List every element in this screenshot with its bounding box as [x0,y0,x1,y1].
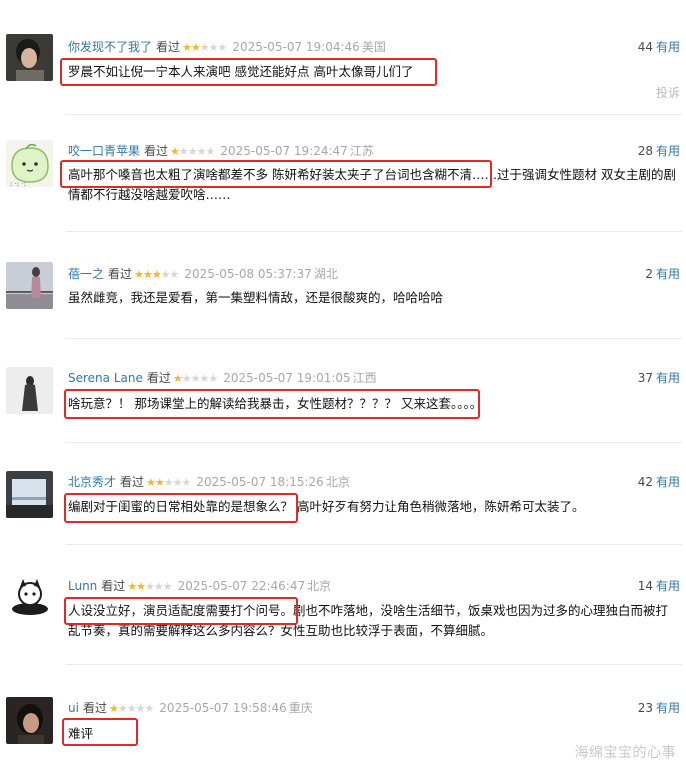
divider [66,338,682,339]
useful-button[interactable]: 有用 [656,371,680,385]
vote-count: 42 有用 [638,473,680,491]
comment-time: 2025-05-07 19:24:47 [220,144,348,158]
comment-location: 江西 [352,371,377,385]
avatar[interactable] [6,575,53,622]
highlight-box [60,160,492,188]
comment-location: 北京 [307,579,332,593]
comment-time: 2025-05-07 19:01:05 [223,371,351,385]
watch-status: 看过 [82,701,107,715]
useful-button[interactable]: 有用 [656,40,680,54]
highlight-box [64,493,298,523]
vote-number: 14 [637,579,653,593]
comment-time: 2025-05-07 18:15:26 [196,475,324,489]
rating-stars: ★★★★★ [182,41,227,54]
comment-item: 你发现不了我了 看过 ★★★★★ 2025-05-07 19:04:46 美国 44 有用… [0,34,686,106]
comment-location: 北京 [325,475,350,489]
comment-item: : ·: ·: 咬一口青苹果 看过 ★★★★★ 2025-05-07 19:24:47… [0,140,686,220]
watermark-text: 海绵宝宝的心事 [574,745,676,761]
avatar[interactable] [6,697,53,744]
highlight-box [62,718,138,746]
vote-count: 2 有用 [645,265,680,283]
comment-item: 北京秀才 看过 ★★★★★ 2025-05-07 18:15:26 北京 42 有用 编剧… [0,471,686,531]
comment-meta: Serena Lane 看过 ★★★★★ 2025-05-07 19:01:05 江西 [68,369,377,387]
username-link[interactable]: 你发现不了我了 [68,40,152,54]
comment-text: 难评 [68,726,94,741]
avatar[interactable] [6,367,53,414]
comment-item: Serena Lane 看过 ★★★★★ 2025-05-07 19:01:05 江西 … [0,367,686,427]
comment-time: 2025-05-07 22:46:47 [177,579,306,593]
watch-status: 看过 [120,475,145,489]
comment-meta: 蓓一之 看过 ★★★★★ 2025-05-08 05:37:37 湖北 [68,265,338,283]
comment-item: 蓓一之 看过 ★★★★★ 2025-05-08 05:37:37 湖北 2 有用 虽然雌竞… [0,262,686,322]
rating-stars: ★★★★★ [146,476,191,489]
comment-meta: ui 看过 ★★★★★ 2025-05-07 19:58:46 重庆 [68,699,313,717]
report-button[interactable]: 投诉 [656,84,680,101]
watch-status: 看过 [144,144,169,158]
watch-status: 看过 [101,579,126,593]
comment-location: 江苏 [349,144,374,158]
avatar[interactable] [6,34,53,81]
vote-number: 2 [645,267,653,281]
avatar[interactable]: : ·: ·: [6,140,53,187]
divider [66,231,682,232]
comment-location: 重庆 [288,701,313,715]
svg-text:: ·: ·:: : ·: ·: [10,180,26,187]
username-link[interactable]: 北京秀才 [68,475,116,489]
vote-count: 37 有用 [638,369,680,387]
vote-number: 42 [637,475,653,489]
comment-meta: 你发现不了我了 看过 ★★★★★ 2025-05-07 19:04:46 美国 [68,38,386,56]
vote-number: 23 [637,701,653,715]
username-link[interactable]: Lunn [68,579,97,593]
divider [66,114,682,115]
watch-status: 看过 [146,371,171,385]
useful-button[interactable]: 有用 [656,579,680,593]
comment-time: 2025-05-07 19:04:46 [232,40,360,54]
highlight-box [64,389,480,419]
highlight-box [60,58,437,86]
comment-text: 虽然雌竞，我还是爱看，第一集塑料情敌，还是很酸爽的，哈哈哈哈 [68,290,444,305]
rating-stars: ★★★★★ [170,145,215,158]
vote-count: 23 有用 [638,699,680,717]
useful-button[interactable]: 有用 [656,144,680,158]
comment-meta: Lunn 看过 ★★★★★ 2025-05-07 22:46:47 北京 [68,577,331,595]
avatar[interactable] [6,471,53,518]
vote-count: 28 有用 [638,142,680,160]
useful-button[interactable]: 有用 [656,475,680,489]
comment-meta: 咬一口青苹果 看过 ★★★★★ 2025-05-07 19:24:47 江苏 [68,142,374,160]
comment-time: 2025-05-07 19:58:46 [159,701,287,715]
divider [66,442,682,443]
useful-button[interactable]: 有用 [656,701,680,715]
rating-stars: ★★★★★ [127,580,172,593]
highlight-box [64,597,298,625]
watch-status: 看过 [108,267,133,281]
vote-number: 44 [637,40,653,54]
rating-stars: ★★★★★ [108,702,154,715]
comment-time: 2025-05-08 05:37:37 [184,267,312,281]
username-link[interactable]: 蓓一之 [68,267,104,281]
comment-location: 美国 [361,40,386,54]
divider [66,544,682,545]
watch-status: 看过 [156,40,181,54]
comment-location: 湖北 [313,267,338,281]
rating-stars: ★★★★★ [172,372,218,385]
rating-stars: ★★★★★ [134,268,179,281]
comment-meta: 北京秀才 看过 ★★★★★ 2025-05-07 18:15:26 北京 [68,473,350,491]
vote-count: 14 有用 [638,577,680,595]
username-link[interactable]: ui [68,701,79,715]
username-link[interactable]: 咬一口青苹果 [68,144,140,158]
avatar[interactable] [6,262,53,309]
username-link[interactable]: Serena Lane [68,371,143,385]
vote-number: 28 [637,144,653,158]
divider [66,664,682,665]
vote-count: 44 有用 [638,38,680,56]
comment-item: Lunn 看过 ★★★★★ 2025-05-07 22:46:47 北京 14 有用 人设… [0,575,686,655]
vote-number: 37 [637,371,653,385]
useful-button[interactable]: 有用 [656,267,680,281]
